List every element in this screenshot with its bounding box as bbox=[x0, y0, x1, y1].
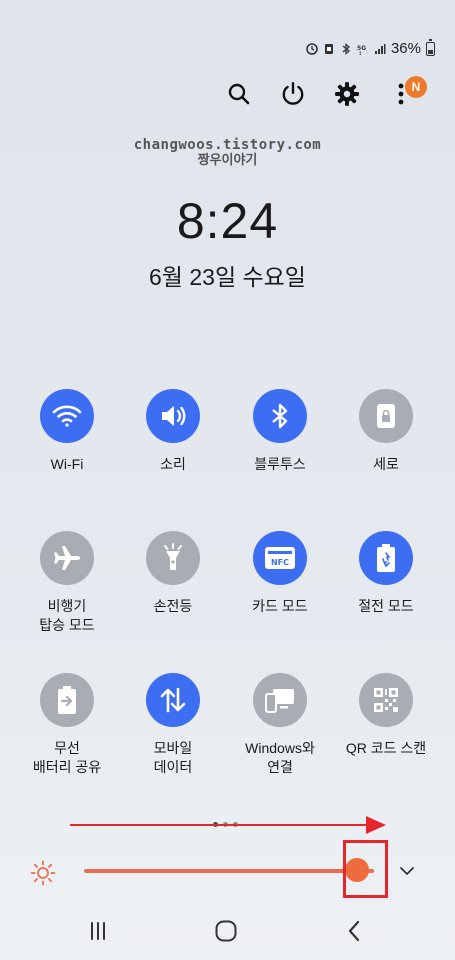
clock-date[interactable]: 6월 23일 수요일 bbox=[0, 258, 455, 292]
battery-icon bbox=[426, 38, 435, 56]
wifi-icon bbox=[52, 405, 82, 427]
tile-wireless-powershare-button[interactable] bbox=[40, 673, 94, 727]
status-bar: 5G ↕ 36% bbox=[306, 38, 435, 57]
search-icon bbox=[228, 83, 250, 105]
tile-rotation-button[interactable] bbox=[359, 389, 413, 443]
tile-label: 무선 배터리 공유 bbox=[32, 740, 102, 775]
settings-button[interactable] bbox=[333, 80, 361, 108]
tile-label: 블루투스 bbox=[254, 456, 306, 472]
nfc-icon: NFC bbox=[265, 547, 295, 569]
more-options-button[interactable]: N bbox=[387, 76, 427, 108]
tile-label: Windows와 연결 bbox=[245, 740, 315, 775]
data-saver-icon bbox=[306, 42, 318, 55]
tile-mobile-data-button[interactable] bbox=[146, 673, 200, 727]
tile-nfc[interactable]: NFC 카드 모드 bbox=[225, 531, 335, 616]
tile-power-saving-button[interactable] bbox=[359, 531, 413, 585]
tile-label: 비행기 탑승 모드 bbox=[39, 598, 95, 633]
search-button[interactable] bbox=[225, 80, 253, 108]
clock-time[interactable]: 8:24 bbox=[0, 192, 455, 250]
tile-nfc-button[interactable]: NFC bbox=[253, 531, 307, 585]
tile-label: QR 코드 스캔 bbox=[345, 740, 427, 756]
alarm-icon bbox=[324, 43, 333, 54]
top-actions: N bbox=[225, 76, 427, 108]
watermark: changwoos.tistory.com 짱우이야기 bbox=[0, 137, 455, 169]
recent-apps-button[interactable] bbox=[82, 915, 114, 947]
tile-flashlight-button[interactable] bbox=[146, 531, 200, 585]
home-button[interactable] bbox=[210, 915, 242, 947]
navigation-bar bbox=[0, 915, 455, 947]
svg-text:NFC: NFC bbox=[271, 558, 289, 567]
link-to-windows-icon bbox=[265, 689, 294, 713]
svg-text:↕: ↕ bbox=[358, 51, 362, 55]
qr-code-icon bbox=[374, 688, 398, 712]
chevron-down-icon[interactable] bbox=[398, 862, 416, 880]
power-icon bbox=[282, 81, 304, 105]
back-icon bbox=[348, 920, 360, 942]
tile-label: 손전등 bbox=[153, 598, 193, 614]
tile-qr-scan-button[interactable] bbox=[359, 673, 413, 727]
brightness-slider[interactable] bbox=[84, 869, 374, 873]
tile-mobile-data[interactable]: 모바일 데이터 bbox=[118, 673, 228, 777]
tile-label: 모바일 데이터 bbox=[153, 740, 193, 775]
network-5g-icon: 5G↕ bbox=[357, 45, 366, 55]
mobile-data-icon bbox=[160, 687, 186, 713]
tile-label: 소리 bbox=[160, 456, 186, 472]
watermark-name: 짱우이야기 bbox=[197, 153, 258, 168]
signal-icon bbox=[374, 43, 386, 54]
tile-qr-scan[interactable]: QR 코드 스캔 bbox=[331, 673, 441, 758]
back-button[interactable] bbox=[338, 915, 370, 947]
tile-wifi-button[interactable] bbox=[40, 389, 94, 443]
annotation-highlight-box bbox=[343, 840, 388, 898]
gear-icon bbox=[335, 82, 359, 106]
bluetooth-status-icon bbox=[342, 42, 350, 55]
tile-airplane-button[interactable] bbox=[40, 531, 94, 585]
power-button[interactable] bbox=[279, 80, 307, 108]
tile-label: 세로 bbox=[373, 456, 399, 472]
tile-link-to-windows[interactable]: Windows와 연결 bbox=[225, 673, 335, 777]
watermark-url: changwoos.tistory.com bbox=[133, 137, 322, 153]
annotation-arrow-head bbox=[366, 816, 386, 834]
tile-sound[interactable]: 소리 bbox=[118, 389, 228, 474]
brightness-sun-icon bbox=[30, 860, 56, 886]
lock-rotation-icon bbox=[377, 404, 395, 428]
flashlight-icon bbox=[164, 543, 182, 570]
tile-bluetooth[interactable]: 블루투스 bbox=[225, 389, 335, 474]
speaker-icon bbox=[162, 406, 186, 426]
tile-airplane[interactable]: 비행기 탑승 모드 bbox=[12, 531, 122, 635]
annotation-arrow-line bbox=[70, 824, 370, 826]
tile-wireless-powershare[interactable]: 무선 배터리 공유 bbox=[12, 673, 122, 777]
wireless-powershare-icon bbox=[58, 686, 76, 714]
bluetooth-icon bbox=[272, 403, 288, 429]
tile-sound-button[interactable] bbox=[146, 389, 200, 443]
tile-label: Wi-Fi bbox=[50, 456, 84, 472]
tile-link-to-windows-button[interactable] bbox=[253, 673, 307, 727]
tile-label: 절전 모드 bbox=[358, 598, 414, 614]
notification-badge: N bbox=[405, 76, 427, 98]
home-icon bbox=[215, 920, 237, 942]
tile-power-saving[interactable]: 절전 모드 bbox=[331, 531, 441, 616]
battery-saver-icon bbox=[377, 544, 395, 572]
tile-flashlight[interactable]: 손전등 bbox=[118, 531, 228, 616]
tile-wifi[interactable]: Wi-Fi bbox=[12, 389, 122, 474]
airplane-icon bbox=[54, 546, 80, 570]
recent-apps-icon bbox=[91, 922, 105, 940]
battery-percent: 36% bbox=[390, 40, 421, 57]
tile-bluetooth-button[interactable] bbox=[253, 389, 307, 443]
tile-rotation[interactable]: 세로 bbox=[331, 389, 441, 474]
tile-label: 카드 모드 bbox=[252, 598, 308, 614]
